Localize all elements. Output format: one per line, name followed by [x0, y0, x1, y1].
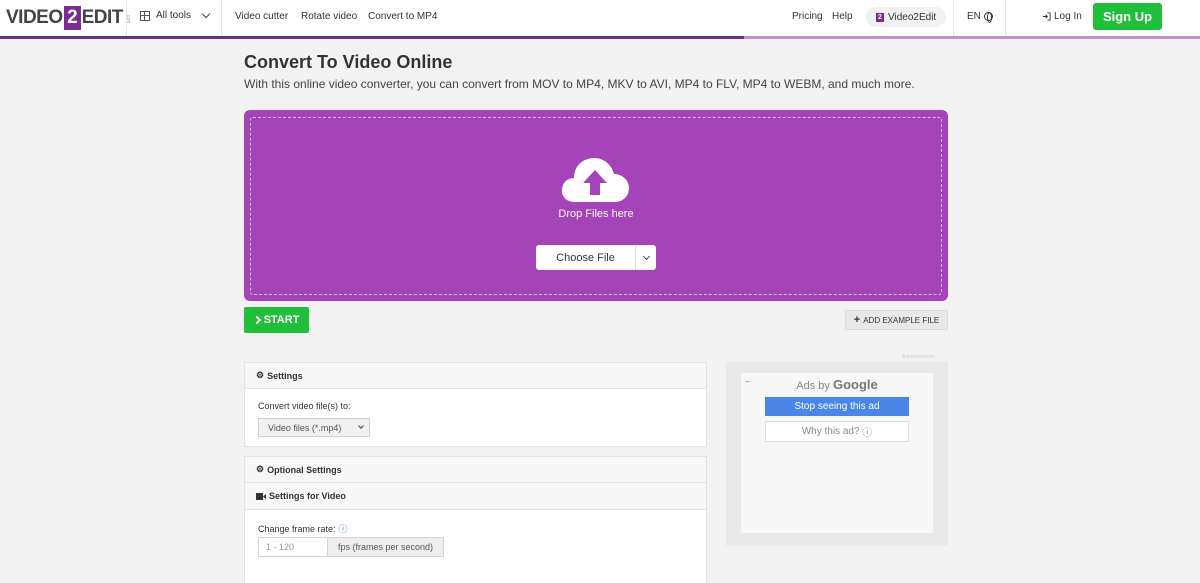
- logo[interactable]: VIDEO 2 EDIT .com: [6, 5, 131, 31]
- frame-rate-unit: fps (frames per second): [328, 537, 444, 557]
- add-example-label: ADD EXAMPLE FILE: [863, 315, 940, 325]
- settings-panel: ⚙ Settings Convert video file(s) to: Vid…: [244, 362, 707, 447]
- grid-icon: [140, 10, 150, 21]
- convert-to-label: Convert video file(s) to:: [258, 401, 351, 411]
- gears-icon: ⚙: [256, 464, 265, 474]
- brand-logo-icon: 2: [876, 12, 884, 22]
- google-label: Google: [832, 377, 878, 392]
- top-navbar: VIDEO 2 EDIT .com All tools Video cutter…: [0, 0, 1200, 36]
- format-select[interactable]: Video files (*.mp4): [258, 418, 370, 437]
- all-tools-label: All tools: [156, 10, 192, 21]
- nav-link-pricing[interactable]: Pricing: [792, 11, 823, 22]
- all-tools-menu[interactable]: All tools: [140, 9, 211, 21]
- gears-icon: ⚙: [256, 370, 265, 380]
- ads-by-label: Ads by: [796, 380, 830, 392]
- frame-rate-label: Change frame rate:: [258, 523, 336, 534]
- video-settings-title: Settings for Video: [269, 491, 346, 501]
- frame-rate-placeholder: 1 - 120: [266, 542, 295, 552]
- choose-file-dropdown[interactable]: [636, 245, 656, 270]
- login-link[interactable]: Log In: [1042, 11, 1082, 22]
- info-icon[interactable]: ⓘ: [339, 522, 348, 535]
- frame-rate-label-row: Change frame rate: ⓘ: [258, 522, 348, 535]
- logo-text-right: EDIT: [81, 7, 124, 28]
- start-button[interactable]: START: [244, 307, 309, 333]
- optional-settings-title: Optional Settings: [267, 464, 342, 475]
- language-label: EN: [967, 11, 981, 22]
- header-accent-bar: [0, 36, 1200, 39]
- settings-header: ⚙ Settings: [245, 363, 706, 389]
- frame-rate-input[interactable]: 1 - 120: [258, 537, 328, 557]
- choose-file-label[interactable]: Choose File: [536, 245, 636, 270]
- divider: [221, 0, 222, 36]
- signup-button[interactable]: Sign Up: [1093, 3, 1162, 30]
- logo-text-mid: 2: [63, 6, 81, 30]
- video-camera-icon: [256, 492, 266, 500]
- brand-pill[interactable]: 2 Video2Edit: [866, 7, 947, 27]
- divider: [953, 0, 954, 36]
- why-this-ad-label: Why this ad?: [801, 426, 860, 437]
- chevron-down-icon: [201, 9, 211, 19]
- login-icon: [1042, 12, 1051, 21]
- drop-files-text: Drop Files here: [558, 208, 634, 220]
- video-settings-header: Settings for Video: [245, 483, 706, 510]
- chevron-down-icon: [358, 423, 364, 429]
- plus-icon: +: [853, 314, 861, 326]
- chevron-right-icon: [252, 315, 261, 325]
- login-label: Log In: [1054, 11, 1082, 22]
- nav-link-convert-to-mp4[interactable]: Convert to MP4: [368, 11, 437, 22]
- optional-settings-panel: ⚙ Optional Settings Settings for Video C…: [244, 456, 707, 583]
- why-this-ad-button[interactable]: Why this ad? ⓘ: [765, 421, 909, 442]
- stop-seeing-ad-button[interactable]: Stop seeing this ad: [765, 397, 909, 416]
- language-selector[interactable]: EN: [967, 11, 993, 23]
- brand-pill-label: Video2Edit: [888, 11, 937, 23]
- file-dropzone[interactable]: Drop Files here Choose File: [244, 110, 948, 301]
- advertisement-label: Advertisement: [902, 354, 934, 360]
- page-title: Convert To Video Online: [244, 52, 453, 72]
- logo-text-left: VIDEO: [6, 7, 63, 28]
- settings-title: Settings: [267, 370, 303, 381]
- nav-link-rotate-video[interactable]: Rotate video: [301, 11, 357, 22]
- ad-container: ← Ads by Google Stop seeing this ad Why …: [726, 362, 948, 546]
- nav-link-help[interactable]: Help: [832, 11, 853, 22]
- start-label: START: [263, 314, 300, 326]
- optional-settings-header[interactable]: ⚙ Optional Settings: [245, 457, 706, 483]
- format-select-value: Video files (*.mp4): [268, 422, 342, 433]
- ads-by-google: Ads by Google: [741, 377, 933, 392]
- divider: [1005, 0, 1006, 36]
- add-example-file-button[interactable]: + ADD EXAMPLE FILE: [845, 310, 948, 330]
- choose-file-button[interactable]: Choose File: [536, 245, 656, 270]
- ad-inner: ← Ads by Google Stop seeing this ad Why …: [741, 373, 933, 533]
- info-icon: ⓘ: [862, 428, 873, 439]
- page-subtitle: With this online video converter, you ca…: [244, 77, 915, 91]
- divider: [126, 0, 127, 36]
- globe-icon: [983, 12, 993, 23]
- cloud-upload-icon: [561, 158, 629, 202]
- nav-link-video-cutter[interactable]: Video cutter: [235, 11, 288, 22]
- chevron-down-icon: [642, 252, 650, 260]
